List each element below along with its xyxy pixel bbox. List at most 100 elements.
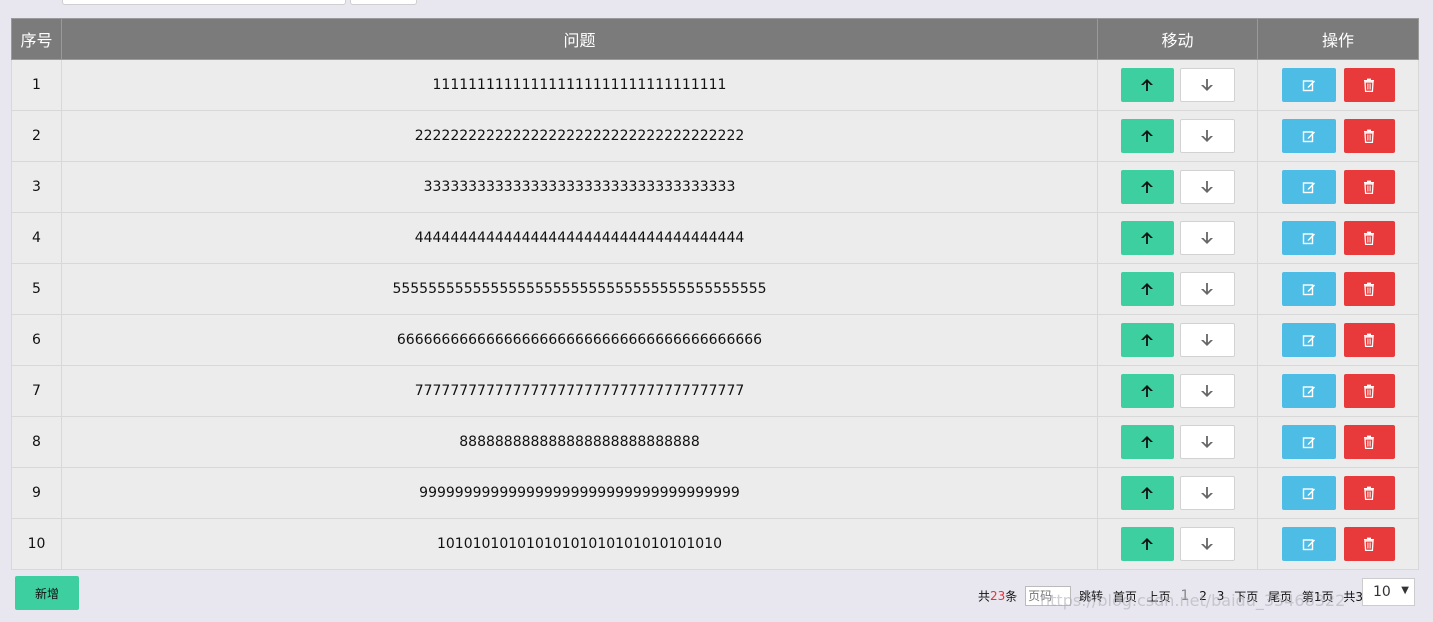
edit-button[interactable] <box>1281 119 1336 153</box>
row-index: 2 <box>11 110 62 162</box>
table-row: 4 4444444444444444444444444444444444444 <box>11 212 1419 264</box>
table-row: 9 999999999999999999999999999999999999 <box>11 467 1419 519</box>
edit-button[interactable] <box>1281 425 1336 459</box>
search-input[interactable] <box>62 0 346 5</box>
move-down-button[interactable] <box>1179 527 1235 561</box>
last-page-link[interactable]: 尾页 <box>1268 590 1292 604</box>
row-question: 33333333333333333333333333333333333 <box>61 161 1098 213</box>
page-link-2[interactable]: 2 <box>1199 589 1207 603</box>
move-up-button[interactable] <box>1120 527 1174 561</box>
header-index: 序号 <box>11 18 62 60</box>
edit-button[interactable] <box>1281 476 1336 510</box>
delete-button[interactable] <box>1343 221 1395 255</box>
delete-button[interactable] <box>1343 323 1395 357</box>
move-up-button[interactable] <box>1120 119 1174 153</box>
delete-button[interactable] <box>1343 68 1395 102</box>
row-action-cell <box>1257 263 1419 315</box>
pagination: 共23条 跳转 首页 上页 1 2 3 下页 尾页 第1页 共3页 <box>978 586 1375 610</box>
delete-button[interactable] <box>1343 272 1395 306</box>
row-index: 6 <box>11 314 62 366</box>
move-up-button[interactable] <box>1120 425 1174 459</box>
delete-button[interactable] <box>1343 119 1395 153</box>
move-up-button[interactable] <box>1120 323 1174 357</box>
question-table: 序号 问题 移动 操作 1 111111111111111111111111111… <box>11 18 1419 570</box>
table-row: 3 33333333333333333333333333333333333 <box>11 161 1419 213</box>
page-link-3[interactable]: 3 <box>1217 589 1225 603</box>
page-number-input[interactable] <box>1025 586 1072 606</box>
row-move-cell <box>1097 365 1258 417</box>
move-up-button[interactable] <box>1120 476 1174 510</box>
row-action-cell <box>1257 518 1419 570</box>
move-up-button[interactable] <box>1120 221 1174 255</box>
row-question: 2222222222222222222222222222222222222 <box>61 110 1098 162</box>
table-row: 8 888888888888888888888888888 <box>11 416 1419 468</box>
move-down-button[interactable] <box>1179 272 1235 306</box>
move-up-button[interactable] <box>1120 170 1174 204</box>
move-down-button[interactable] <box>1179 425 1235 459</box>
row-index: 5 <box>11 263 62 315</box>
row-move-cell <box>1097 416 1258 468</box>
delete-button[interactable] <box>1343 425 1395 459</box>
row-question: 5555555555555555555555555555555555555555… <box>61 263 1098 315</box>
row-question: 111111111111111111111111111111111 <box>61 59 1098 111</box>
row-action-cell <box>1257 212 1419 264</box>
table-row: 5 555555555555555555555555555555555555555… <box>11 263 1419 315</box>
row-move-cell <box>1097 263 1258 315</box>
row-index: 10 <box>11 518 62 570</box>
move-down-button[interactable] <box>1179 476 1235 510</box>
edit-button[interactable] <box>1281 68 1336 102</box>
table-row: 7 7777777777777777777777777777777777777 <box>11 365 1419 417</box>
edit-button[interactable] <box>1281 323 1336 357</box>
move-up-button[interactable] <box>1120 272 1174 306</box>
chevron-down-icon: ▼ <box>1401 585 1409 596</box>
add-button[interactable]: 新增 <box>15 576 79 610</box>
row-index: 4 <box>11 212 62 264</box>
footer: 新增 共23条 跳转 首页 上页 1 2 3 下页 尾页 第1页 共3页 htt… <box>0 576 1433 622</box>
delete-button[interactable] <box>1343 476 1395 510</box>
row-action-cell <box>1257 314 1419 366</box>
current-page-label: 第1页 <box>1301 589 1334 604</box>
row-index: 7 <box>11 365 62 417</box>
edit-button[interactable] <box>1281 527 1336 561</box>
total-count: 23 <box>990 589 1006 603</box>
move-up-button[interactable] <box>1120 374 1174 408</box>
row-action-cell <box>1257 467 1419 519</box>
row-question: 999999999999999999999999999999999999 <box>61 467 1098 519</box>
page-size-value: 10 <box>1373 584 1391 600</box>
first-page-link[interactable]: 首页 <box>1113 590 1137 604</box>
edit-button[interactable] <box>1281 170 1336 204</box>
header-move: 移动 <box>1097 18 1258 60</box>
page-link-1[interactable]: 1 <box>1181 588 1190 604</box>
prev-page-link[interactable]: 上页 <box>1147 590 1171 604</box>
move-up-button[interactable] <box>1120 68 1174 102</box>
delete-button[interactable] <box>1343 170 1395 204</box>
move-down-button[interactable] <box>1179 119 1235 153</box>
delete-button[interactable] <box>1343 527 1395 561</box>
row-move-cell <box>1097 59 1258 111</box>
move-down-button[interactable] <box>1179 323 1235 357</box>
row-action-cell <box>1257 365 1419 417</box>
jump-link[interactable]: 跳转 <box>1079 590 1103 604</box>
move-down-button[interactable] <box>1179 221 1235 255</box>
header-question: 问题 <box>61 18 1098 60</box>
row-index: 8 <box>11 416 62 468</box>
table-row: 2 2222222222222222222222222222222222222 <box>11 110 1419 162</box>
next-page-link[interactable]: 下页 <box>1234 590 1258 604</box>
move-down-button[interactable] <box>1179 374 1235 408</box>
search-button[interactable] <box>350 0 417 5</box>
row-question: 7777777777777777777777777777777777777 <box>61 365 1098 417</box>
row-move-cell <box>1097 110 1258 162</box>
row-index: 9 <box>11 467 62 519</box>
edit-button[interactable] <box>1281 272 1336 306</box>
total-prefix: 共 <box>978 589 991 604</box>
move-down-button[interactable] <box>1179 68 1235 102</box>
row-action-cell <box>1257 416 1419 468</box>
move-down-button[interactable] <box>1179 170 1235 204</box>
delete-button[interactable] <box>1343 374 1395 408</box>
edit-button[interactable] <box>1281 221 1336 255</box>
table-row: 6 666666666666666666666666666666666666666… <box>11 314 1419 366</box>
row-question: 10101010101010101010101010101010 <box>61 518 1098 570</box>
edit-button[interactable] <box>1281 374 1336 408</box>
total-suffix: 条 <box>1005 589 1018 604</box>
page-size-select[interactable]: 10 ▼ <box>1362 578 1415 606</box>
